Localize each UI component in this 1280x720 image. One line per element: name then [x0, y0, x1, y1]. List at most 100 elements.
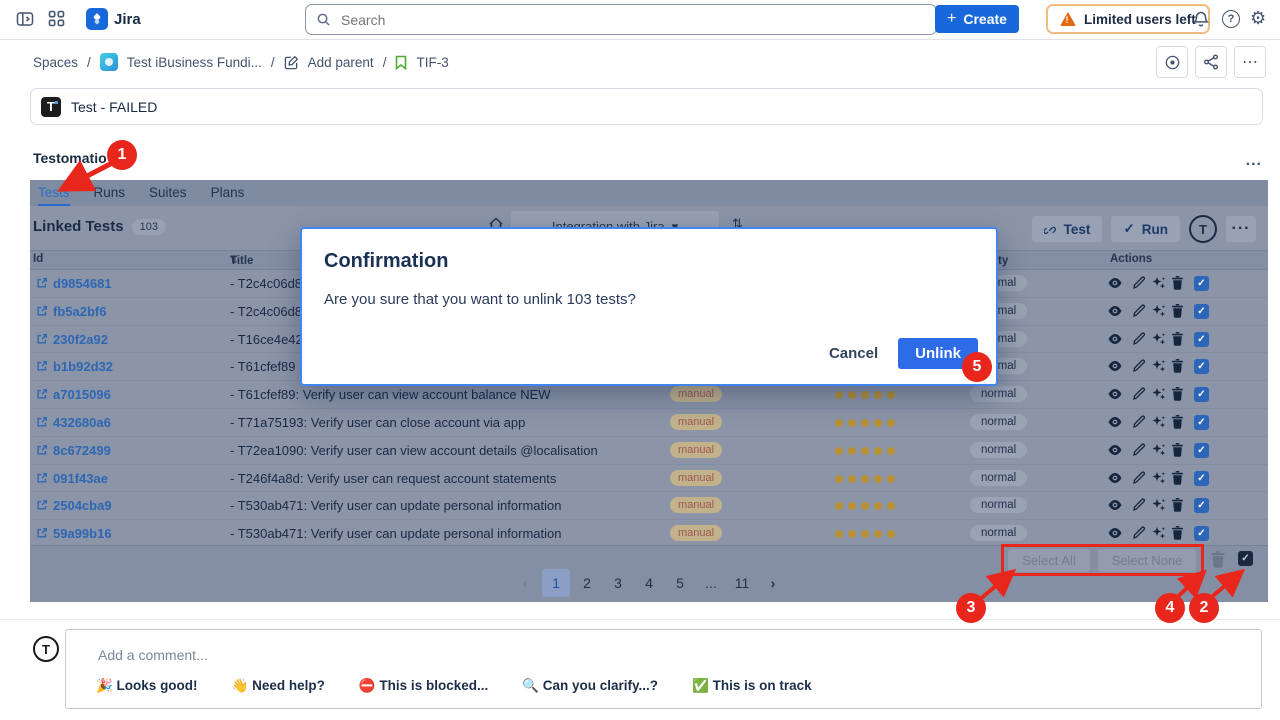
sparkles-icon[interactable] — [1151, 443, 1166, 457]
breadcrumb-space-name[interactable]: Test iBusiness Fundi... — [127, 55, 262, 70]
jira-logo-icon[interactable] — [86, 8, 108, 30]
sparkles-icon[interactable] — [1151, 387, 1166, 401]
edit-icon[interactable] — [1132, 276, 1146, 290]
pagination-page[interactable]: 1 — [542, 569, 570, 597]
cancel-button[interactable]: Cancel — [821, 339, 886, 368]
delete-icon[interactable] — [1171, 304, 1184, 318]
sparkles-icon[interactable] — [1151, 304, 1166, 318]
sparkles-icon[interactable] — [1151, 415, 1166, 429]
row-checkbox[interactable]: ✓ — [1194, 332, 1209, 347]
sparkles-icon[interactable] — [1151, 526, 1166, 540]
external-link-icon[interactable] — [36, 416, 48, 428]
view-icon[interactable] — [1107, 526, 1123, 540]
quick-reply-chip[interactable]: 🎉 Looks good! — [96, 678, 198, 694]
test-id-link[interactable]: a7015096 — [53, 387, 111, 402]
row-checkbox[interactable]: ✓ — [1194, 415, 1209, 430]
delete-icon[interactable] — [1171, 498, 1184, 512]
sparkles-icon[interactable] — [1151, 276, 1166, 290]
settings-gear-icon[interactable]: ⚙ — [1250, 8, 1266, 29]
edit-icon[interactable] — [1132, 526, 1146, 540]
widget-toolbar-more-button[interactable]: ··· — [1226, 216, 1256, 242]
watch-button[interactable] — [1156, 46, 1188, 78]
view-icon[interactable] — [1107, 304, 1123, 318]
view-icon[interactable] — [1107, 443, 1123, 457]
external-link-icon[interactable] — [36, 360, 48, 372]
column-id[interactable]: Id — [33, 253, 43, 265]
test-id-link[interactable]: 432680a6 — [53, 415, 111, 430]
view-icon[interactable] — [1107, 498, 1123, 512]
edit-icon[interactable] — [1132, 443, 1146, 457]
view-icon[interactable] — [1107, 332, 1123, 346]
quick-reply-chip[interactable]: 🔍 Can you clarify...? — [522, 678, 658, 694]
delete-icon[interactable] — [1171, 443, 1184, 457]
delete-icon[interactable] — [1171, 415, 1184, 429]
help-icon[interactable]: ? — [1222, 10, 1240, 28]
row-checkbox[interactable]: ✓ — [1194, 526, 1209, 541]
delete-icon[interactable] — [1171, 471, 1184, 485]
pagination-page[interactable]: 4 — [635, 569, 663, 597]
view-icon[interactable] — [1107, 276, 1123, 290]
delete-icon[interactable] — [1171, 526, 1184, 540]
testomatio-logo-icon[interactable]: T — [1189, 215, 1217, 243]
external-link-icon[interactable] — [36, 472, 48, 484]
external-link-icon[interactable] — [36, 305, 48, 317]
view-icon[interactable] — [1107, 471, 1123, 485]
pagination-page[interactable]: 11 — [728, 569, 756, 597]
sparkles-icon[interactable] — [1151, 332, 1166, 346]
run-button[interactable]: ✓ Run — [1111, 216, 1180, 242]
test-id-link[interactable]: d9854681 — [53, 276, 112, 291]
widget-tab[interactable]: Tests — [38, 185, 70, 206]
row-checkbox[interactable]: ✓ — [1194, 443, 1209, 458]
global-search[interactable] — [305, 4, 937, 35]
app-switcher-icon[interactable] — [48, 10, 65, 27]
widget-tab[interactable]: Runs — [94, 185, 126, 206]
quick-reply-chip[interactable]: ✅ This is on track — [692, 678, 812, 694]
delete-icon[interactable] — [1171, 276, 1184, 290]
external-link-icon[interactable] — [36, 444, 48, 456]
pagination-page[interactable]: 2 — [573, 569, 601, 597]
pagination-next[interactable]: › — [759, 569, 787, 597]
sparkles-icon[interactable] — [1151, 498, 1166, 512]
external-link-icon[interactable] — [36, 388, 48, 400]
edit-icon[interactable] — [1132, 415, 1146, 429]
sparkles-icon[interactable] — [1151, 471, 1166, 485]
edit-icon[interactable] — [1132, 359, 1146, 373]
external-link-icon[interactable] — [36, 527, 48, 539]
row-checkbox[interactable]: ✓ — [1194, 387, 1209, 402]
row-checkbox[interactable]: ✓ — [1194, 498, 1209, 513]
row-checkbox[interactable]: ✓ — [1194, 304, 1209, 319]
row-checkbox[interactable]: ✓ — [1194, 276, 1209, 291]
delete-icon[interactable] — [1171, 359, 1184, 373]
test-id-link[interactable]: fb5a2bf6 — [53, 304, 106, 319]
test-id-link[interactable]: 59a99b16 — [53, 526, 112, 541]
delete-icon[interactable] — [1171, 387, 1184, 401]
external-link-icon[interactable] — [36, 277, 48, 289]
pagination-page[interactable]: 5 — [666, 569, 694, 597]
test-id-link[interactable]: 230f2a92 — [53, 332, 108, 347]
quick-reply-chip[interactable]: 👋 Need help? — [232, 678, 325, 694]
create-button[interactable]: + Create — [935, 5, 1019, 33]
sparkles-icon[interactable] — [1151, 359, 1166, 373]
more-actions-button[interactable]: ⋯ — [1234, 46, 1266, 78]
test-id-link[interactable]: 8c672499 — [53, 443, 111, 458]
bulk-delete-icon[interactable] — [1210, 551, 1226, 568]
test-id-link[interactable]: 2504cba9 — [53, 498, 112, 513]
widget-tab[interactable]: Plans — [211, 185, 245, 206]
notifications-icon[interactable] — [1192, 10, 1210, 28]
comment-box[interactable]: Add a comment... 🎉 Looks good!👋 Need hel… — [65, 629, 1262, 709]
pagination-prev[interactable]: ‹ — [511, 569, 539, 597]
widget-tab[interactable]: Suites — [149, 185, 187, 206]
edit-icon[interactable] — [1132, 471, 1146, 485]
breadcrumb-add-parent[interactable]: Add parent — [308, 55, 374, 70]
edit-icon[interactable] — [1132, 387, 1146, 401]
external-link-icon[interactable] — [36, 333, 48, 345]
quick-reply-chip[interactable]: ⛔ This is blocked... — [359, 678, 488, 694]
delete-icon[interactable] — [1171, 332, 1184, 346]
pagination-page[interactable]: 3 — [604, 569, 632, 597]
linked-issue-card[interactable]: T Test - FAILED — [30, 88, 1263, 125]
widget-more-icon[interactable]: ... — [1246, 152, 1262, 170]
view-icon[interactable] — [1107, 415, 1123, 429]
limited-users-warning[interactable]: Limited users left — [1046, 4, 1210, 34]
pagination-page[interactable]: ... — [697, 569, 725, 597]
external-link-icon[interactable] — [36, 499, 48, 511]
